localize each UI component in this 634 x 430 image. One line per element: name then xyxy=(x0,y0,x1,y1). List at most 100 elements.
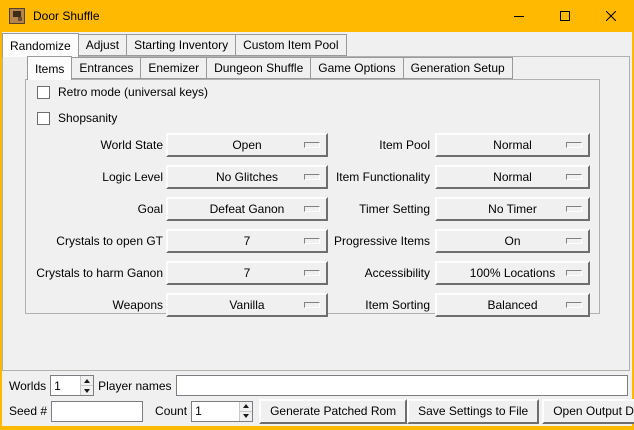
item-pool-label: Item Pool xyxy=(326,133,430,157)
seed-label: Seed # xyxy=(9,404,47,418)
weapons-label: Weapons xyxy=(28,293,163,317)
tab-enemizer[interactable]: Enemizer xyxy=(140,57,207,79)
shopsanity-checkbox[interactable] xyxy=(37,112,50,125)
worlds-spin-buttons xyxy=(80,376,93,395)
app-window: Door Shuffle Randomize Adjust Starting I… xyxy=(0,0,634,430)
option-menu-indicator xyxy=(566,270,582,276)
progressive-items-dropdown[interactable]: On xyxy=(435,229,590,253)
tab-items[interactable]: Items xyxy=(27,56,72,80)
logic-level-value: No Glitches xyxy=(216,167,278,187)
worlds-label: Worlds xyxy=(9,379,46,393)
crystals-harm-ganon-label: Crystals to harm Ganon xyxy=(28,261,163,285)
item-sorting-label: Item Sorting xyxy=(326,293,430,317)
progressive-items-value: On xyxy=(504,231,520,251)
timer-setting-label: Timer Setting xyxy=(326,197,430,221)
item-functionality-label: Item Functionality xyxy=(326,165,430,189)
weapons-value: Vanilla xyxy=(229,295,264,315)
seed-input[interactable] xyxy=(51,401,143,422)
option-menu-indicator xyxy=(566,174,582,180)
spin-up-arrow xyxy=(243,404,249,408)
count-spin-up[interactable] xyxy=(240,402,252,411)
shopsanity-label: Shopsanity xyxy=(58,112,117,125)
window-title: Door Shuffle xyxy=(33,0,100,32)
crystals-open-gt-label: Crystals to open GT xyxy=(28,229,163,253)
logic-level-dropdown[interactable]: No Glitches xyxy=(166,165,328,189)
progressive-items-label: Progressive Items xyxy=(326,229,430,253)
items-pane: Retro mode (universal keys) Shopsanity W… xyxy=(25,79,600,314)
count-spinbox[interactable] xyxy=(191,401,253,422)
goal-label: Goal xyxy=(28,197,163,221)
item-pool-dropdown[interactable]: Normal xyxy=(435,133,590,157)
item-functionality-dropdown[interactable]: Normal xyxy=(435,165,590,189)
item-functionality-value: Normal xyxy=(493,167,532,187)
worlds-spinbox[interactable] xyxy=(50,375,94,396)
titlebar[interactable]: Door Shuffle xyxy=(0,0,634,32)
minimize-icon xyxy=(514,11,524,21)
item-pool-value: Normal xyxy=(493,135,532,155)
world-state-value: Open xyxy=(232,135,261,155)
tab-dungeon-shuffle[interactable]: Dungeon Shuffle xyxy=(206,57,311,79)
accessibility-label: Accessibility xyxy=(326,261,430,285)
accessibility-value: 100% Locations xyxy=(470,263,555,283)
player-names-label: Player names xyxy=(98,379,171,393)
tab-generation-setup[interactable]: Generation Setup xyxy=(403,57,513,79)
world-state-dropdown[interactable]: Open xyxy=(166,133,328,157)
shopsanity-row: Shopsanity xyxy=(37,108,117,128)
item-sorting-dropdown[interactable]: Balanced xyxy=(435,293,590,317)
count-label: Count xyxy=(155,404,187,418)
generation-row: Seed # Count Generate Patched Rom Save S… xyxy=(9,398,628,424)
world-state-label: World State xyxy=(28,133,163,157)
option-menu-indicator xyxy=(304,302,320,308)
option-menu-indicator xyxy=(566,206,582,212)
option-menu-indicator xyxy=(566,302,582,308)
tab-custom-item-pool[interactable]: Custom Item Pool xyxy=(235,34,346,56)
crystals-open-gt-value: 7 xyxy=(244,231,251,251)
retro-mode-checkbox[interactable] xyxy=(37,86,50,99)
item-sorting-value: Balanced xyxy=(487,295,537,315)
count-spin-down[interactable] xyxy=(240,411,252,421)
crystals-open-gt-dropdown[interactable]: 7 xyxy=(166,229,328,253)
option-menu-indicator xyxy=(304,270,320,276)
accessibility-dropdown[interactable]: 100% Locations xyxy=(435,261,590,285)
minimize-button[interactable] xyxy=(496,0,542,32)
spin-up-arrow xyxy=(84,379,90,383)
close-button[interactable] xyxy=(588,0,634,32)
goal-value: Defeat Ganon xyxy=(210,199,285,219)
retro-mode-row: Retro mode (universal keys) xyxy=(37,82,208,102)
app-icon xyxy=(9,8,25,24)
option-menu-indicator xyxy=(566,238,582,244)
player-names-input[interactable] xyxy=(176,375,629,396)
option-menu-indicator xyxy=(304,174,320,180)
option-menu-indicator xyxy=(304,142,320,148)
spin-down-arrow xyxy=(84,389,90,393)
timer-setting-value: No Timer xyxy=(488,199,537,219)
open-output-directory-button[interactable]: Open Output Directory xyxy=(542,399,634,424)
crystals-harm-ganon-value: 7 xyxy=(244,263,251,283)
sub-tab-bar: Items Entrances Enemizer Dungeon Shuffle… xyxy=(27,57,512,79)
tab-randomize[interactable]: Randomize xyxy=(2,33,79,57)
option-menu-indicator xyxy=(304,238,320,244)
multiworld-row: Worlds Player names xyxy=(9,375,628,396)
worlds-spin-down[interactable] xyxy=(81,385,93,395)
logic-level-label: Logic Level xyxy=(28,165,163,189)
tab-entrances[interactable]: Entrances xyxy=(71,57,141,79)
client-area: Randomize Adjust Starting Inventory Cust… xyxy=(2,32,632,426)
goal-dropdown[interactable]: Defeat Ganon xyxy=(166,197,328,221)
save-settings-button[interactable]: Save Settings to File xyxy=(407,399,539,424)
worlds-input[interactable] xyxy=(51,376,80,395)
count-input[interactable] xyxy=(192,402,239,421)
weapons-dropdown[interactable]: Vanilla xyxy=(166,293,328,317)
option-menu-indicator xyxy=(566,142,582,148)
tab-game-options[interactable]: Game Options xyxy=(310,57,403,79)
tab-starting-inventory[interactable]: Starting Inventory xyxy=(126,34,236,56)
crystals-harm-ganon-dropdown[interactable]: 7 xyxy=(166,261,328,285)
tab-adjust[interactable]: Adjust xyxy=(78,34,127,56)
generate-patched-rom-button[interactable]: Generate Patched Rom xyxy=(259,399,407,424)
worlds-spin-up[interactable] xyxy=(81,376,93,385)
timer-setting-dropdown[interactable]: No Timer xyxy=(435,197,590,221)
maximize-button[interactable] xyxy=(542,0,588,32)
caption-buttons xyxy=(496,0,634,32)
count-spin-buttons xyxy=(239,402,252,421)
retro-mode-label: Retro mode (universal keys) xyxy=(58,86,208,99)
close-icon xyxy=(606,11,616,21)
